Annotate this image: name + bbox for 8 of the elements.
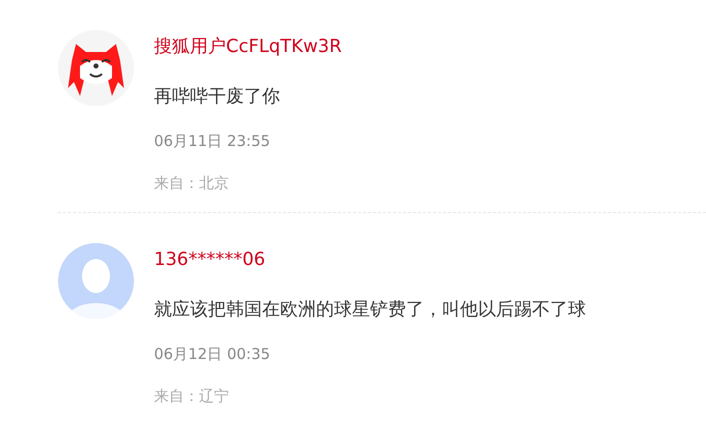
comment-text: 就应该把韩国在欧洲的球星铲费了，叫他以后踢不了球 [154, 298, 586, 322]
comment-time: 06月11日 23:55 [154, 131, 270, 152]
comment-time: 06月12日 00:35 [154, 344, 270, 365]
user-name[interactable]: 136******06 [154, 243, 266, 277]
comment-location: 来自：辽宁 [154, 386, 229, 407]
user-name[interactable]: 搜狐用户CcFLqTKw3R [154, 30, 342, 64]
comment-text: 再哔哔干废了你 [154, 85, 280, 109]
comment-location: 来自：北京 [154, 173, 229, 194]
